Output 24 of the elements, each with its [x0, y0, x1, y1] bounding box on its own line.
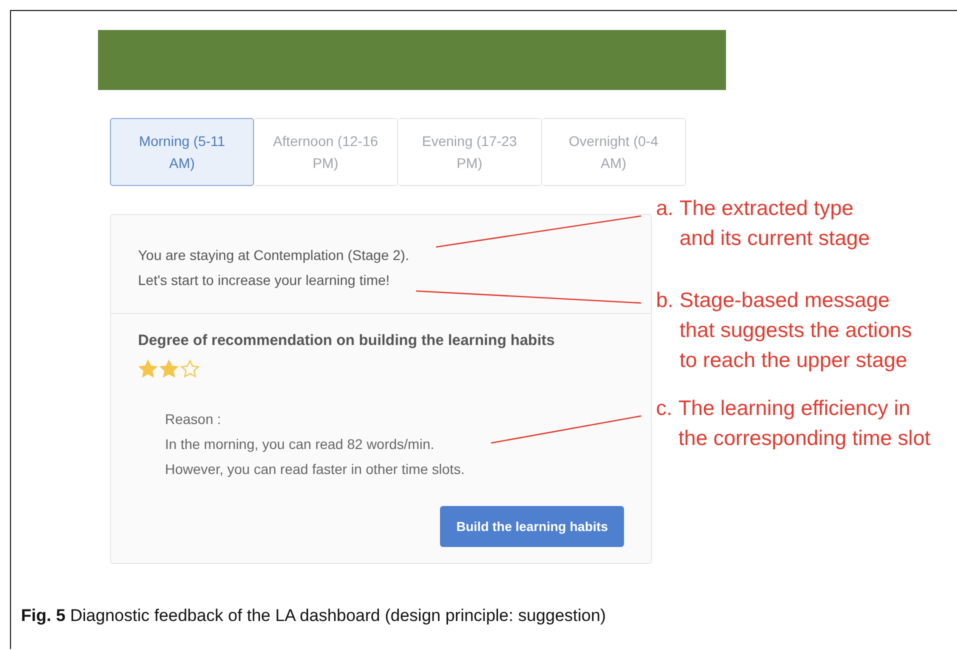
time-slot-tab[interactable]: Evening (17-23 PM)	[398, 118, 542, 186]
reason-text: However, you can read faster in other time slots.	[165, 460, 465, 479]
annotation-marker: a.	[656, 196, 674, 222]
annotation-text: The extracted type	[680, 196, 854, 222]
filled-star-icon	[159, 359, 179, 379]
figure-caption: Fig. 5 Diagnostic feedback of the LA dashboard (design principle: suggestion)	[21, 606, 606, 626]
annotation-text: and its current stage	[680, 226, 870, 252]
stage-message: You are staying at Contemplation (Stage 2).	[138, 246, 410, 265]
annotation-text: to reach the upper stage	[680, 348, 908, 374]
annotation-text: that suggests the actions	[680, 318, 912, 344]
time-slot-tab[interactable]: Morning (5-11 AM)	[110, 118, 254, 186]
annotation-text: Stage-based message	[680, 288, 891, 314]
annotation-marker: c.	[656, 396, 672, 422]
time-slot-tab[interactable]: Overnight (0-4 AM)	[542, 118, 686, 186]
time-slot-tab[interactable]: Afternoon (12-16 PM)	[254, 118, 398, 186]
recommendation-heading: Degree of recommendation on building the learning habits	[138, 332, 556, 349]
reason-text: In the morning, you can read 82 words/min.	[165, 435, 434, 454]
filled-star-icon	[138, 359, 158, 379]
reason-label: Reason :	[165, 410, 222, 429]
stage-message: Let's start to increase your learning time!	[138, 271, 390, 290]
annotation-text: The learning efficiency in	[678, 396, 912, 422]
annotation-text: the corresponding time slot	[678, 426, 930, 452]
annotation-marker: b.	[656, 288, 674, 314]
build-habits-button[interactable]: Build the learning habits	[440, 506, 624, 547]
